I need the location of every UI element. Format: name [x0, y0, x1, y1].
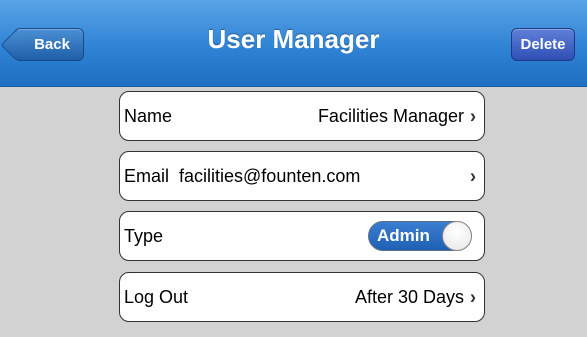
chevron-right-icon: › — [470, 104, 476, 127]
page-title: User Manager — [207, 24, 380, 54]
name-value: Facilities Manager — [317, 105, 464, 126]
chevron-right-icon: › — [470, 285, 476, 308]
logout-row[interactable]: Log Out After 30 Days › — [119, 272, 485, 322]
navigation-bar: Back User Manager Delete — [0, 0, 587, 87]
email-row[interactable]: Email facilities@founten.com › — [119, 151, 485, 201]
email-value: facilities@founten.com — [179, 165, 361, 186]
type-row: Type Admin — [119, 211, 485, 261]
name-label: Name — [124, 105, 173, 126]
type-label: Type — [124, 225, 164, 246]
back-button[interactable]: Back — [14, 28, 84, 61]
toggle-knob[interactable] — [442, 221, 472, 251]
logout-label: Log Out — [124, 286, 189, 307]
logout-value: After 30 Days — [354, 286, 464, 307]
admin-toggle[interactable]: Admin — [368, 221, 472, 251]
delete-button[interactable]: Delete — [511, 28, 575, 61]
name-row[interactable]: Name Facilities Manager › — [119, 91, 485, 141]
toggle-label: Admin — [377, 226, 430, 245]
email-label: Email — [124, 165, 170, 186]
chevron-right-icon: › — [470, 164, 476, 187]
